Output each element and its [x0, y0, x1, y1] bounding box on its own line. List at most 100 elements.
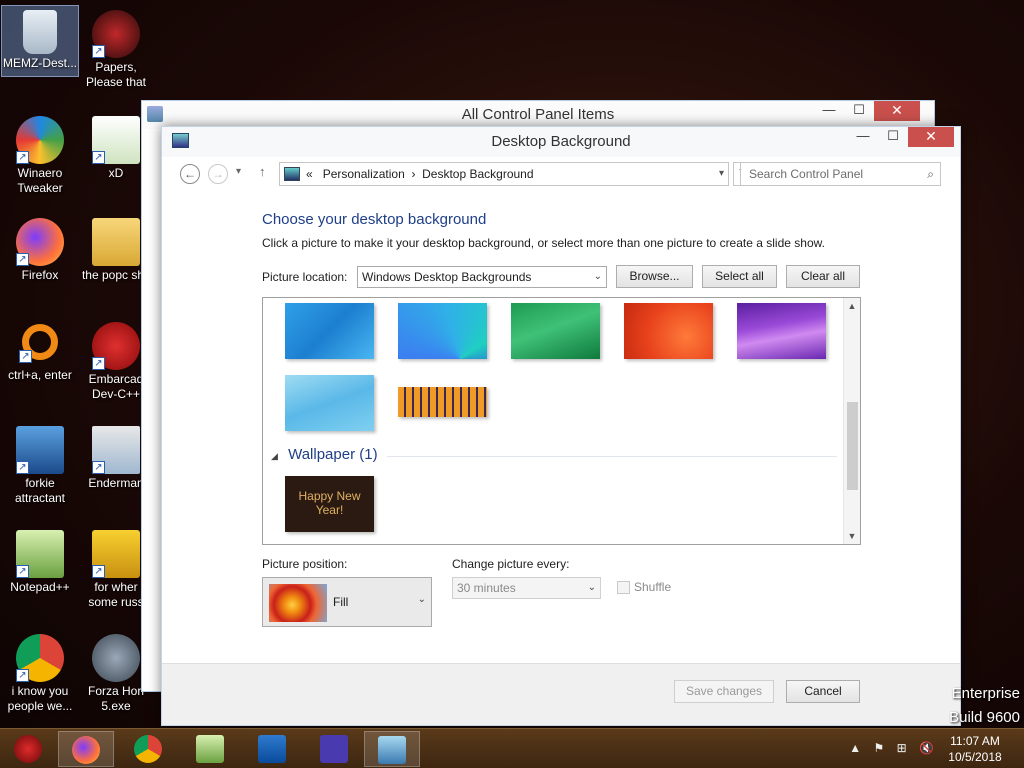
- shortcut-arrow-icon: ↗: [16, 151, 29, 164]
- back-arrow-icon[interactable]: ←: [180, 164, 200, 184]
- group-header-wallpaper[interactable]: ◢ Wallpaper (1): [271, 446, 378, 463]
- forward-arrow-icon[interactable]: →: [208, 164, 228, 184]
- clock[interactable]: 11:07 AM 10/5/2018: [940, 733, 1010, 765]
- taskbar-settings[interactable]: [306, 731, 362, 767]
- network-icon[interactable]: ⊞: [897, 741, 907, 755]
- breadcrumb: « Personalization › Desktop Background: [306, 163, 534, 185]
- up-arrow-icon[interactable]: ↑: [259, 164, 266, 179]
- shortcut-arrow-icon: ↗: [92, 151, 105, 164]
- dialog-footer: Save changes Cancel: [162, 663, 960, 725]
- taskbar-outlook[interactable]: [244, 731, 300, 767]
- control-panel-icon: [378, 736, 406, 764]
- picture-position-value: Fill: [333, 595, 349, 609]
- picture-location-value: Windows Desktop Backgrounds: [362, 270, 532, 284]
- breadcrumb-prefix[interactable]: «: [306, 167, 313, 181]
- picture-location-select[interactable]: Windows Desktop Backgrounds ⌄: [357, 266, 607, 288]
- recent-locations-icon[interactable]: ▾: [236, 166, 241, 177]
- wallpaper-thumbnail[interactable]: [398, 303, 487, 359]
- content-header: Choose your desktop background Click a p…: [262, 211, 862, 250]
- gear-screen-icon: ↗: [16, 426, 64, 474]
- firefox-icon: [72, 736, 100, 764]
- browse-button[interactable]: Browse...: [616, 265, 693, 288]
- shortcut-arrow-icon: ↗: [92, 357, 105, 370]
- clock-date: 10/5/2018: [948, 750, 1002, 764]
- shortcut-arrow-icon: ↗: [19, 350, 32, 363]
- watermark-line2: Build 9600: [949, 709, 1020, 726]
- search-input[interactable]: Search Control Panel ⌕: [740, 162, 941, 186]
- minimize-button[interactable]: —: [848, 127, 878, 147]
- scrollbar-thumb[interactable]: [847, 402, 858, 490]
- scroll-down-icon[interactable]: ▼: [844, 528, 860, 544]
- scroll-up-icon[interactable]: ▲: [844, 298, 860, 314]
- save-changes-button[interactable]: Save changes: [674, 680, 774, 703]
- chevron-down-icon: ⌄: [593, 271, 602, 282]
- taskbar-chrome[interactable]: [120, 731, 176, 767]
- outlook-icon: [258, 735, 286, 763]
- shortcut-arrow-icon: ↗: [16, 669, 29, 682]
- desktop-icon-memz[interactable]: MEMZ-Dest...: [1, 5, 79, 77]
- chrome-icon: [134, 735, 162, 763]
- window-icon: ↗: [92, 426, 140, 474]
- maximize-button[interactable]: ☐: [878, 127, 908, 147]
- group-divider: [387, 456, 837, 457]
- search-icon[interactable]: ⌕: [927, 163, 934, 185]
- checkbox-box[interactable]: [617, 581, 630, 595]
- select-all-button[interactable]: Select all: [702, 265, 777, 288]
- address-bar[interactable]: « Personalization › Desktop Background ▾: [279, 162, 729, 186]
- taskbar-control-panel[interactable]: [364, 731, 420, 767]
- back-close-button[interactable]: ✕: [874, 101, 920, 121]
- desktop-icon-forkie[interactable]: ↗ forkie attractant: [2, 422, 78, 506]
- desktop-icon-winaero[interactable]: ↗ Winaero Tweaker: [2, 112, 78, 196]
- watermark-line1: Enterprise: [951, 685, 1020, 702]
- window-titlebar[interactable]: Desktop Background — ☐ ✕: [162, 127, 960, 157]
- wallpaper-thumbnail[interactable]: [398, 387, 487, 417]
- chevron-down-icon: ⌄: [417, 594, 426, 605]
- clock-time: 11:07 AM: [950, 734, 1000, 748]
- papers-please-icon: ↗: [92, 10, 140, 58]
- picture-location-row: Picture location: Windows Desktop Backgr…: [262, 265, 862, 289]
- taskbar-notepadpp[interactable]: [182, 731, 238, 767]
- back-minimize-button[interactable]: —: [814, 101, 844, 121]
- wallpaper-thumbnail[interactable]: [285, 375, 374, 431]
- vertical-scrollbar[interactable]: ▲ ▼: [843, 298, 860, 544]
- desktop-icon-chrome[interactable]: ↗ i know you people we...: [2, 630, 78, 714]
- wallpaper-thumbnail[interactable]: [285, 303, 374, 359]
- gear-icon: [320, 735, 348, 763]
- wallpaper-thumbnail[interactable]: [511, 303, 600, 359]
- action-center-flag-icon[interactable]: ⚑: [874, 741, 885, 755]
- control-panel-icon: [172, 133, 189, 148]
- shuffle-checkbox[interactable]: Shuffle: [617, 580, 671, 595]
- breadcrumb-desktop-background[interactable]: Desktop Background: [422, 167, 533, 181]
- volume-muted-icon[interactable]: 🔇: [919, 741, 934, 755]
- chrome-icon: ↗: [16, 634, 64, 682]
- start-ornament-icon: [14, 735, 42, 763]
- change-picture-select[interactable]: 30 minutes ⌄: [452, 577, 601, 599]
- taskbar: ▲ ⚑ ⊞ 🔇 11:07 AM 10/5/2018: [0, 728, 1024, 768]
- taskbar-firefox[interactable]: [58, 731, 114, 767]
- clear-all-button[interactable]: Clear all: [786, 265, 860, 288]
- control-panel-icon: [147, 106, 163, 122]
- wallpaper-thumbnail[interactable]: [624, 303, 713, 359]
- show-hidden-icons-icon[interactable]: ▲: [849, 741, 861, 755]
- desktop-icon-ctrl-a[interactable]: ↗ ctrl+a, enter: [2, 318, 78, 383]
- back-window-titlebar[interactable]: All Control Panel Items — ☐ ✕: [142, 101, 934, 129]
- control-panel-icon: [284, 167, 300, 181]
- desktop-icon-firefox[interactable]: ↗ Firefox: [2, 214, 78, 283]
- breadcrumb-personalization[interactable]: Personalization: [323, 167, 405, 181]
- shortcut-arrow-icon: ↗: [92, 565, 105, 578]
- address-dropdown-icon[interactable]: ▾: [719, 163, 724, 185]
- wallpaper-thumbnail-happy-new-year[interactable]: Happy New Year!: [285, 476, 374, 532]
- picture-position-select[interactable]: Fill ⌄: [262, 577, 432, 627]
- cancel-button[interactable]: Cancel: [786, 680, 860, 703]
- wallpaper-thumbnail[interactable]: [737, 303, 826, 359]
- close-button[interactable]: ✕: [908, 127, 954, 147]
- firefox-icon: ↗: [16, 218, 64, 266]
- chevron-down-icon: ⌄: [587, 582, 596, 593]
- desktop-icon-papers-please[interactable]: ↗ Papers, Please that but when its c#: [78, 6, 154, 90]
- recycle-bin-icon: [23, 10, 57, 54]
- desktop-icon-notepadpp[interactable]: ↗ Notepad++: [2, 526, 78, 595]
- back-maximize-button[interactable]: ☐: [844, 101, 874, 121]
- breadcrumb-separator-icon[interactable]: ›: [411, 167, 415, 181]
- ring-icon: ↗: [19, 324, 58, 363]
- start-button[interactable]: [0, 731, 56, 767]
